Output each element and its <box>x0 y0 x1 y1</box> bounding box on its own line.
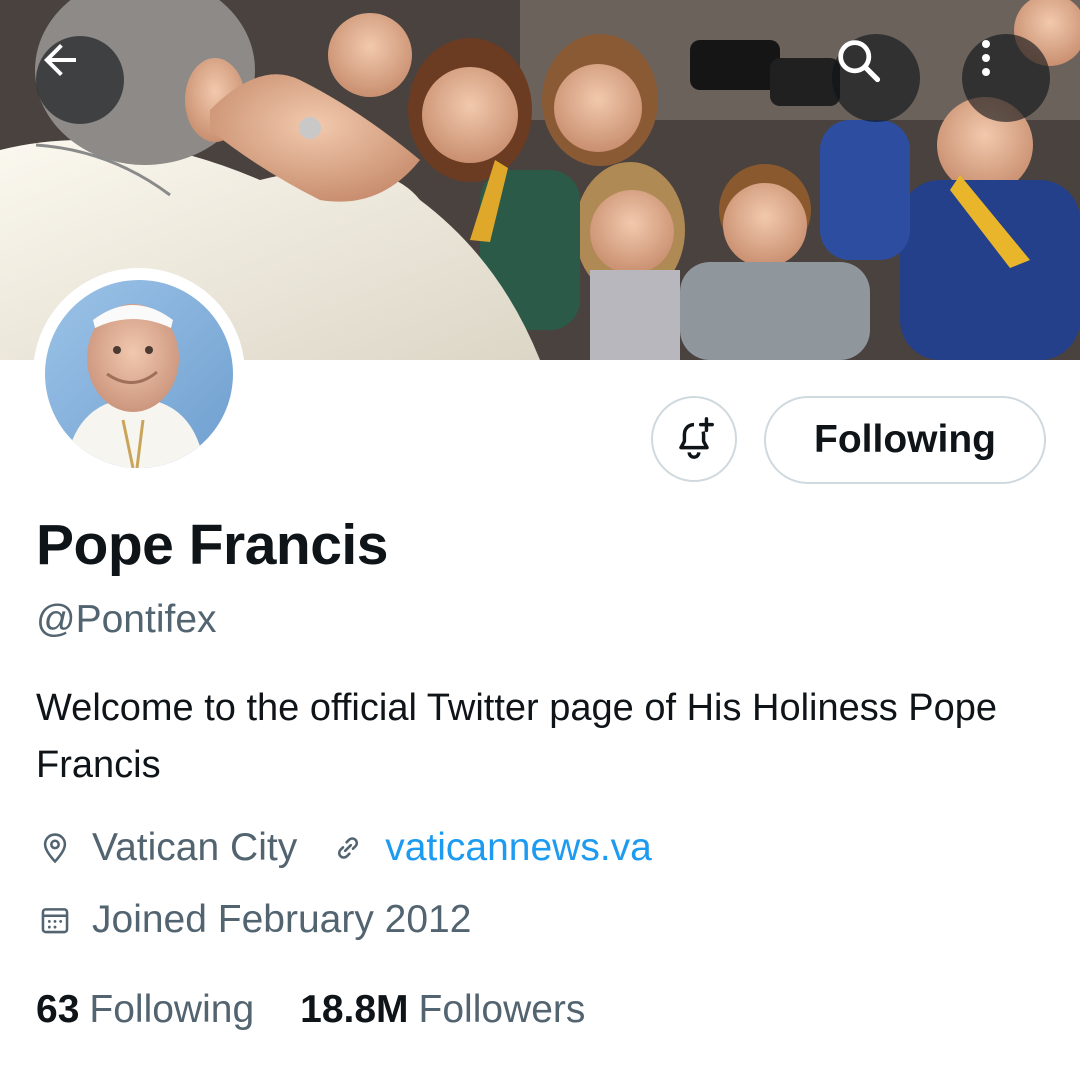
profile-page: Following Pope Francis @Pontifex Welcome… <box>0 0 1080 1091</box>
profile-name: Pope Francis <box>36 513 388 577</box>
profile-meta-row: Vatican City vaticannews.va <box>36 826 652 870</box>
website-link[interactable]: vaticannews.va <box>385 826 652 870</box>
arrow-left-icon <box>44 44 76 76</box>
following-stat-label: Following <box>89 988 255 1031</box>
search-icon <box>838 40 881 83</box>
link-icon <box>329 829 367 867</box>
followers-stat-label: Followers <box>418 988 586 1031</box>
search-button[interactable] <box>832 34 920 122</box>
location-text: Vatican City <box>92 826 298 869</box>
profile-avatar[interactable] <box>33 268 245 480</box>
profile-handle: @Pontifex <box>36 598 217 641</box>
profile-joined-row: Joined February 2012 <box>36 898 471 942</box>
joined-date-text: Joined February 2012 <box>92 898 472 941</box>
location-pin-icon <box>36 829 74 867</box>
followers-count: 18.8M <box>300 988 409 1031</box>
avatar-image <box>45 280 233 468</box>
website-item[interactable]: vaticannews.va <box>329 826 652 870</box>
profile-stats: 63 Following 18.8M Followers <box>36 988 585 1032</box>
followers-count-link[interactable]: 18.8M Followers <box>300 988 585 1032</box>
avatar-portrait <box>45 280 233 468</box>
more-options-button[interactable] <box>962 34 1050 122</box>
more-vertical-icon <box>982 40 990 76</box>
calendar-icon <box>36 901 74 939</box>
location-item: Vatican City <box>36 826 297 870</box>
bell-plus-icon <box>679 417 714 459</box>
profile-bio: Welcome to the official Twitter page of … <box>36 687 998 786</box>
following-count: 63 <box>36 988 80 1031</box>
back-button[interactable] <box>36 36 124 124</box>
following-button[interactable]: Following <box>764 396 1046 484</box>
notifications-button[interactable] <box>651 396 737 482</box>
following-count-link[interactable]: 63 Following <box>36 988 254 1032</box>
